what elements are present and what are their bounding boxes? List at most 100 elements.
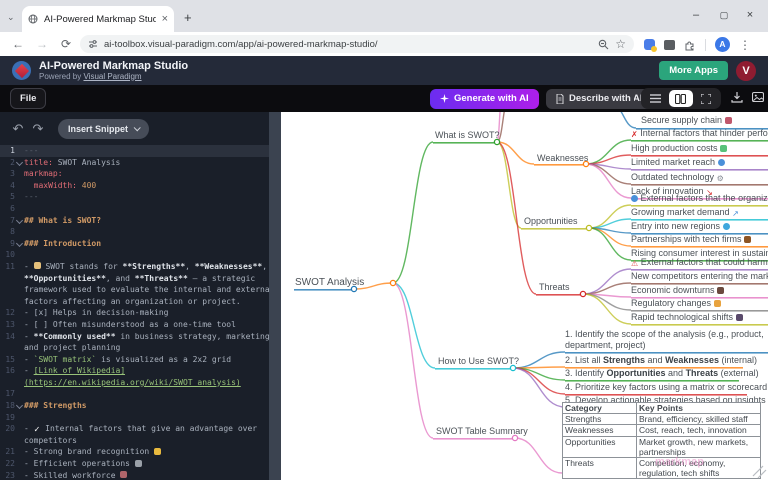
editor-line[interactable]: 14- **Commonly used** in business strate…: [0, 331, 269, 343]
code-text[interactable]: ## What is SWOT?: [24, 215, 101, 227]
extension-colored-icon[interactable]: [644, 39, 655, 50]
editor-line[interactable]: 16- [Link of Wikipedia]: [0, 365, 269, 377]
editor-line[interactable]: and project planning: [0, 342, 269, 354]
code-text[interactable]: and project planning: [24, 342, 120, 354]
mindmap-node-weak[interactable]: Weaknesses: [537, 153, 588, 163]
view-fullscreen-button[interactable]: [694, 90, 718, 107]
code-text[interactable]: ---: [24, 145, 38, 157]
code-text[interactable]: title: SWOT Analysis: [24, 157, 120, 169]
code-text[interactable]: factors affecting an organization or pro…: [24, 296, 241, 308]
code-editor[interactable]: 1---2title: SWOT Analysis3markmap:4 maxW…: [0, 145, 269, 480]
code-text[interactable]: - `SWOT matrix` is visualized as a 2x2 g…: [24, 354, 231, 366]
mindmap-node-h3[interactable]: 3. Identify Opportunities and Threats (e…: [565, 368, 759, 378]
editor-line[interactable]: **Opportunities**, and **Threats** — a s…: [0, 273, 269, 285]
describe-with-ai-button[interactable]: Describe with AI: [546, 89, 653, 109]
mindmap-node-o2[interactable]: Growing market demand ↗: [631, 207, 739, 218]
extensions-puzzle-icon[interactable]: [684, 39, 696, 51]
editor-line[interactable]: 15- `SWOT matrix` is visualized as a 2x2…: [0, 354, 269, 366]
code-text[interactable]: - Strong brand recognition: [24, 446, 161, 458]
mindmap-node-secure[interactable]: Secure supply chain: [641, 115, 732, 125]
editor-line[interactable]: (https://en.wikipedia.org/wiki/SWOT_anal…: [0, 377, 269, 389]
mindmap-node-h1[interactable]: 1. Identify the scope of the analysis (e…: [565, 329, 768, 351]
editor-line[interactable]: 6: [0, 203, 269, 215]
fold-chevron-icon[interactable]: [15, 400, 24, 412]
editor-line[interactable]: competitors: [0, 435, 269, 447]
mindmap-node-h2[interactable]: 2. List all Strengths and Weaknesses (in…: [565, 355, 757, 365]
mindmap-node-t4[interactable]: Regulatory changes: [631, 298, 721, 308]
file-menu-button[interactable]: File: [10, 88, 46, 109]
window-close-button[interactable]: ×: [738, 4, 762, 26]
mindmap-node-opp[interactable]: Opportunities: [524, 216, 578, 226]
mindmap-node-tbl[interactable]: SWOT Table Summary: [436, 426, 528, 436]
editor-line[interactable]: 4 maxWidth: 400: [0, 180, 269, 192]
code-text[interactable]: - Efficient operations: [24, 458, 142, 470]
extension-dark-icon[interactable]: [664, 40, 675, 50]
address-bar[interactable]: ai-toolbox.visual-paradigm.com/app/ai-po…: [80, 35, 634, 53]
editor-line[interactable]: 13- [ ] Often misunderstood as a one-tim…: [0, 319, 269, 331]
node-toggle-circle[interactable]: [390, 280, 395, 285]
mindmap-node-o1[interactable]: External factors that the organization c…: [631, 193, 768, 203]
editor-line[interactable]: 8: [0, 226, 269, 238]
mindmap-node-h4[interactable]: 4. Prioritize key factors using a matrix…: [565, 382, 767, 392]
node-toggle-circle[interactable]: [512, 435, 517, 440]
code-text[interactable]: - ✓ Internal factors that give an advant…: [24, 423, 257, 435]
editor-line[interactable]: 3markmap:: [0, 168, 269, 180]
editor-line[interactable]: factors affecting an organization or pro…: [0, 296, 269, 308]
editor-line[interactable]: 19: [0, 412, 269, 424]
mindmap-node-o4[interactable]: Partnerships with tech firms: [631, 234, 751, 244]
code-text[interactable]: - [ ] Often misunderstood as a one-time …: [24, 319, 236, 331]
code-text[interactable]: - [Link of Wikipedia]: [24, 365, 125, 377]
tab-search-chevron-icon[interactable]: ⌄: [7, 12, 15, 23]
editor-line[interactable]: 21- Strong brand recognition: [0, 446, 269, 458]
view-split-button[interactable]: [669, 90, 693, 107]
back-button[interactable]: ←: [6, 37, 30, 51]
mindmap-node-root[interactable]: SWOT Analysis: [295, 277, 364, 288]
reload-button[interactable]: ⟳: [54, 37, 78, 51]
code-text[interactable]: - [x] Helps in decision-making: [24, 307, 169, 319]
editor-line[interactable]: 5---: [0, 191, 269, 203]
new-tab-button[interactable]: +: [184, 10, 192, 25]
browser-tab[interactable]: AI-Powered Markmap Studio ×: [22, 6, 174, 32]
code-text[interactable]: - Skilled workforce: [24, 470, 127, 480]
editor-line[interactable]: 2title: SWOT Analysis: [0, 157, 269, 169]
window-minimize-button[interactable]: –: [684, 4, 708, 26]
fold-chevron-icon[interactable]: [15, 215, 24, 227]
code-text[interactable]: ### Introduction: [24, 238, 101, 250]
vp-account-badge[interactable]: V: [736, 61, 756, 81]
code-text[interactable]: - SWOT stands for **Strengths**, **Weakn…: [24, 261, 267, 273]
fold-chevron-icon[interactable]: [15, 238, 24, 250]
editor-line[interactable]: 23- Skilled workforce: [0, 470, 269, 480]
powered-by-link[interactable]: Visual Paradigm: [83, 72, 141, 81]
redo-icon[interactable]: ↷: [30, 121, 46, 137]
insert-snippet-button[interactable]: Insert Snippet: [58, 119, 149, 139]
code-text[interactable]: ### Strengths: [24, 400, 87, 412]
code-text[interactable]: - **Commonly used** in business strategy…: [24, 331, 269, 343]
code-text[interactable]: maxWidth: 400: [24, 180, 96, 192]
mindmap-node-w4[interactable]: Outdated technology ⚙: [631, 172, 724, 183]
panel-resizer[interactable]: [269, 112, 281, 480]
code-text[interactable]: ---: [24, 191, 38, 203]
profile-avatar[interactable]: A: [715, 37, 730, 52]
editor-line[interactable]: 9### Introduction: [0, 238, 269, 250]
mindmap-node-t1[interactable]: ⚠ External factors that could harm the o…: [631, 257, 768, 268]
node-toggle-circle[interactable]: [586, 225, 591, 230]
code-text[interactable]: (https://en.wikipedia.org/wiki/SWOT_anal…: [24, 377, 241, 389]
zoom-icon[interactable]: [598, 39, 609, 50]
mindmap-node-t2[interactable]: New competitors entering the market ↗: [631, 271, 768, 282]
window-maximize-button[interactable]: ▢: [712, 4, 736, 26]
mindmap-node-w1[interactable]: ✗ Internal factors that hinder performan…: [631, 128, 768, 139]
fold-chevron-icon[interactable]: [15, 157, 24, 169]
editor-line[interactable]: 1---: [0, 145, 269, 157]
editor-line[interactable]: 20- ✓ Internal factors that give an adva…: [0, 423, 269, 435]
undo-icon[interactable]: ↶: [10, 121, 26, 137]
site-settings-tune-icon[interactable]: [88, 39, 98, 49]
mindmap-node-how[interactable]: How to Use SWOT?: [438, 356, 519, 366]
editor-line[interactable]: framework used to evaluate the internal …: [0, 284, 269, 296]
mindmap-node-w2[interactable]: High production costs: [631, 143, 727, 153]
url-text[interactable]: ai-toolbox.visual-paradigm.com/app/ai-po…: [104, 39, 592, 50]
editor-line[interactable]: 7## What is SWOT?: [0, 215, 269, 227]
tab-close-icon[interactable]: ×: [162, 14, 168, 25]
forward-button[interactable]: →: [30, 37, 54, 51]
editor-line[interactable]: 12- [x] Helps in decision-making: [0, 307, 269, 319]
view-editor-only-button[interactable]: [644, 90, 668, 107]
